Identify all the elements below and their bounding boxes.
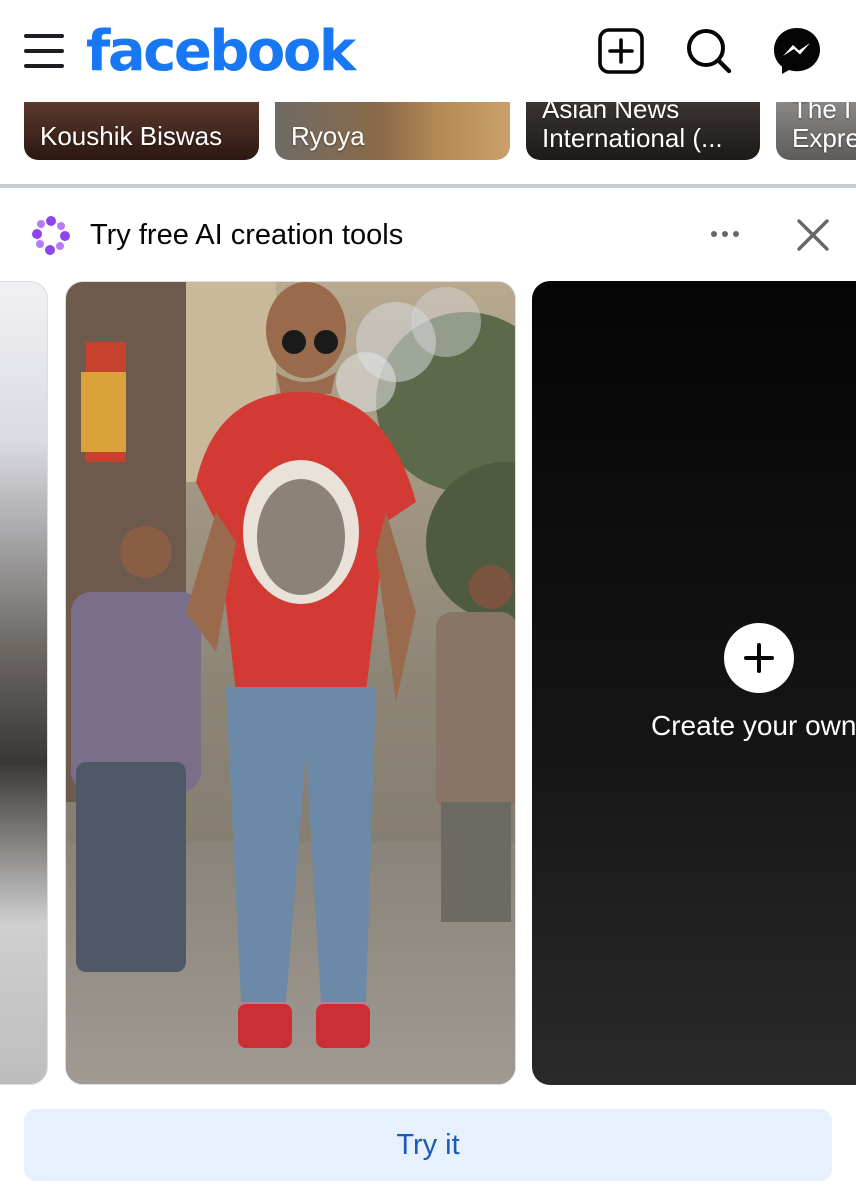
more-options-icon[interactable] — [700, 212, 750, 256]
story-name-line2: International (... — [542, 123, 723, 153]
try-it-button[interactable]: Try it — [24, 1109, 832, 1181]
story-name: Koushik Biswas — [40, 121, 223, 151]
story-name-line1: The I — [792, 102, 852, 124]
story-card[interactable]: Asian News International (... — [526, 102, 760, 160]
story-card[interactable]: Koushik Biswas — [24, 102, 259, 160]
story-card[interactable]: Ryoya — [275, 102, 510, 160]
create-your-own-label: Create your own — [651, 710, 856, 741]
section-divider — [0, 184, 856, 188]
messenger-icon[interactable] — [772, 26, 822, 76]
create-your-own-card[interactable]: Create your own — [532, 281, 856, 1085]
ai-cards-carousel: Create your own — [0, 281, 856, 1085]
story-name: Ryoya — [291, 121, 365, 151]
ai-sample-image — [66, 282, 515, 1084]
story-card[interactable]: The I Expre — [776, 102, 856, 160]
ai-tools-title: Try free AI creation tools — [90, 219, 404, 251]
ai-sample-card-previous[interactable] — [0, 281, 48, 1085]
create-plus-icon[interactable] — [596, 26, 646, 76]
close-icon[interactable] — [790, 212, 836, 258]
ai-sparkle-icon — [30, 214, 72, 256]
menu-icon[interactable] — [22, 31, 66, 71]
top-bar: facebook — [0, 0, 856, 102]
create-plus-icon[interactable] — [724, 623, 794, 693]
search-icon[interactable] — [684, 26, 734, 76]
facebook-logo[interactable]: facebook — [86, 17, 356, 87]
ai-tools-header: Try free AI creation tools — [0, 200, 856, 270]
ai-sample-image-card[interactable] — [65, 281, 516, 1085]
story-name-line2: Expre — [792, 123, 856, 153]
stories-strip: Koushik Biswas Ryoya Asian News Internat… — [0, 102, 856, 164]
try-it-label: Try it — [396, 1129, 460, 1161]
story-name-line1: Asian News — [542, 102, 680, 124]
